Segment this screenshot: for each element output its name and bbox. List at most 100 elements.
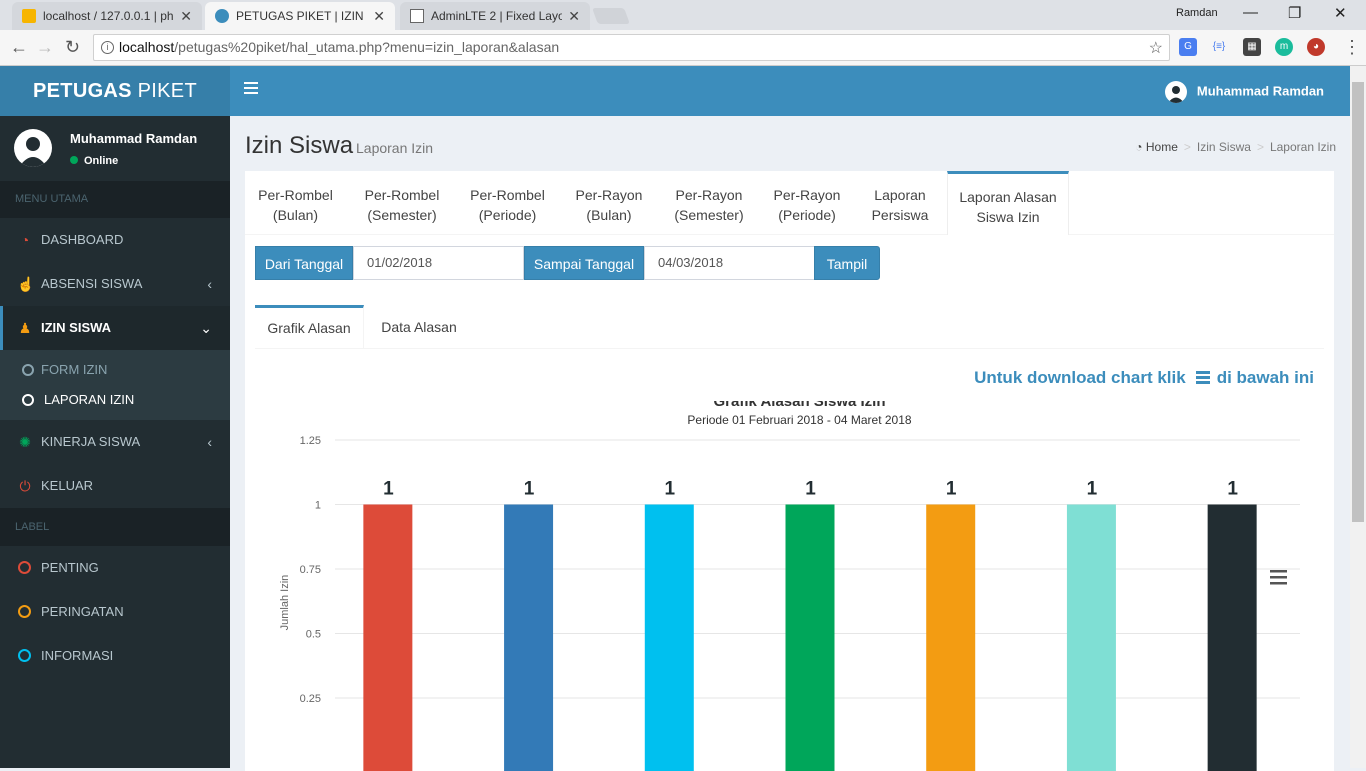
tab-data-alasan[interactable]: Data Alasan	[364, 305, 474, 349]
url-input[interactable]: i localhost/petugas%20piket/hal_utama.ph…	[93, 34, 1170, 61]
label-peringatan[interactable]: PERINGATAN	[0, 590, 230, 634]
app-logo[interactable]: PETUGAS PIKET	[0, 66, 230, 116]
address-bar-area: ← → ↻ i localhost/petugas%20piket/hal_ut…	[0, 30, 1366, 66]
circle-aqua-icon	[18, 649, 31, 662]
browser-tab-phpmyadmin[interactable]: localhost / 127.0.0.1 | php ✕	[12, 2, 202, 30]
y-tick-label: 1	[315, 500, 321, 512]
submit-button[interactable]: Tampil	[814, 246, 880, 280]
avatar	[1165, 81, 1187, 103]
close-tab-icon[interactable]: ✕	[568, 8, 580, 25]
tab-per-rayon-bulan[interactable]: Per-Rayon(Bulan)	[569, 171, 649, 235]
restore-icon[interactable]: ❐	[1288, 4, 1301, 22]
label-informasi[interactable]: INFORMASI	[0, 634, 230, 678]
tab-per-rombel-bulan[interactable]: Per-Rombel(Bulan)	[253, 171, 338, 235]
y-tick-label: 0.25	[300, 693, 321, 705]
menu-header: MENU UTAMA	[0, 181, 230, 218]
tab-grafik-alasan[interactable]: Grafik Alasan	[255, 305, 364, 349]
scrollbar-thumb[interactable]	[1352, 82, 1364, 522]
y-axis-label: Jumlah Izin	[279, 575, 291, 631]
close-tab-icon[interactable]: ✕	[373, 8, 385, 25]
sidebar-item-dashboard[interactable]: ◔ DASHBOARD	[0, 218, 230, 262]
data-label: 1	[383, 479, 394, 500]
browser-tab-petugas[interactable]: PETUGAS PIKET | IZIN SIS ✕	[205, 2, 395, 30]
tab-per-rayon-semester[interactable]: Per-Rayon(Semester)	[668, 171, 750, 235]
y-tick-label: 0.5	[306, 629, 321, 641]
bar	[504, 505, 553, 771]
user-status: Online	[70, 155, 118, 167]
m-extension-icon[interactable]: m	[1275, 38, 1293, 56]
page-scrollbar[interactable]	[1350, 66, 1366, 768]
user-silhouette-icon	[14, 129, 52, 167]
chart-title: Grafik Alasan Siswa Izin	[713, 401, 885, 410]
bar	[1208, 505, 1257, 771]
hand-pointer-icon: ☝	[17, 262, 33, 306]
breadcrumb-izin-siswa[interactable]: Izin Siswa	[1197, 140, 1251, 154]
document-favicon-icon	[410, 9, 424, 23]
sidebar-item-laporan-izin[interactable]: LAPORAN IZIN	[0, 385, 230, 415]
page-title: Izin Siswa	[245, 132, 353, 160]
forward-icon[interactable]: →	[36, 37, 54, 58]
data-label: 1	[1227, 479, 1238, 500]
chart-tabs: Grafik Alasan Data Alasan	[255, 305, 1324, 349]
tab-laporan-alasan-siswa-izin[interactable]: Laporan AlasanSiswa Izin	[947, 171, 1069, 235]
data-label: 1	[664, 479, 675, 500]
from-date-input[interactable]: 01/02/2018	[353, 246, 524, 280]
minimize-icon[interactable]: —	[1243, 4, 1258, 21]
breadcrumb-home[interactable]: Home	[1146, 140, 1178, 154]
circle-yellow-icon	[18, 605, 31, 618]
close-window-icon[interactable]: ✕	[1334, 4, 1347, 22]
reload-icon[interactable]: ↻	[65, 37, 80, 58]
label-penting[interactable]: PENTING	[0, 546, 230, 590]
circle-icon	[22, 364, 34, 376]
tab-per-rombel-periode[interactable]: Per-Rombel(Periode)	[465, 171, 550, 235]
bar	[363, 505, 412, 771]
translate-extension-icon[interactable]: G	[1179, 38, 1197, 56]
sidebar-item-keluar[interactable]: ⏻ KELUAR	[0, 464, 230, 508]
content: Izin Siswa Laporan Izin ◔ Home>Izin Sisw…	[230, 116, 1350, 768]
to-date-input[interactable]: 04/03/2018	[644, 246, 815, 280]
breadcrumb-laporan-izin: Laporan Izin	[1270, 140, 1336, 154]
report-tabs: Per-Rombel(Bulan) Per-Rombel(Semester) P…	[245, 171, 1334, 235]
tab-per-rombel-semester[interactable]: Per-Rombel(Semester)	[358, 171, 446, 235]
page-subtitle: Laporan Izin	[356, 140, 433, 156]
new-tab-button[interactable]	[592, 8, 630, 24]
window-user: Ramdan	[1176, 7, 1218, 19]
close-tab-icon[interactable]: ✕	[180, 8, 192, 25]
user-panel: Muhammad Ramdan Online	[0, 116, 230, 181]
bookmark-star-icon[interactable]: ☆	[1149, 38, 1163, 58]
sidebar-toggle-icon[interactable]	[244, 82, 258, 97]
power-icon: ⏻	[17, 464, 33, 508]
person-icon: ♟	[17, 306, 33, 350]
bar	[645, 505, 694, 771]
bar-chart: Grafik Alasan Siswa Izin Periode 01 Febru…	[255, 401, 1324, 771]
label-header: LABEL	[0, 508, 230, 546]
navbar-user-menu[interactable]: Muhammad Ramdan	[1165, 81, 1324, 103]
chart-subtitle: Periode 01 Februari 2018 - 04 Maret 2018	[687, 413, 911, 427]
spinner-icon: ✺	[17, 420, 33, 464]
chart-context-menu-icon	[1270, 570, 1287, 573]
sidebar-item-form-izin[interactable]: FORM IZIN	[0, 355, 230, 385]
browser-tab-adminlte[interactable]: AdminLTE 2 | Fixed Layou ✕	[400, 2, 590, 30]
chart-context-menu-icon	[1270, 576, 1287, 579]
data-label: 1	[524, 479, 535, 500]
data-label: 1	[1087, 479, 1098, 500]
submenu: FORM IZIN LAPORAN IZIN	[0, 350, 230, 420]
back-icon[interactable]: ←	[10, 37, 28, 58]
tab-per-rayon-periode[interactable]: Per-Rayon(Periode)	[767, 171, 847, 235]
browser-tabbar: localhost / 127.0.0.1 | php ✕ PETUGAS PI…	[0, 0, 1366, 30]
json-extension-icon[interactable]: {≡}	[1210, 38, 1228, 56]
sidebar-item-absensi-siswa[interactable]: ☝ ABSENSI SISWA ‹	[0, 262, 230, 306]
info-icon[interactable]: i	[101, 41, 114, 54]
color-extension-icon[interactable]: ◕	[1307, 38, 1325, 56]
tab-laporan-persiswa[interactable]: LaporanPersiswa	[865, 171, 935, 235]
chevron-left-icon: ‹	[207, 420, 212, 464]
bar	[1067, 505, 1116, 771]
sidebar-item-kinerja-siswa[interactable]: ✺ KINERJA SISWA ‹	[0, 420, 230, 464]
top-navbar: Muhammad Ramdan	[230, 66, 1350, 116]
report-box: Per-Rombel(Bulan) Per-Rombel(Semester) P…	[245, 171, 1334, 771]
sidebar-item-izin-siswa[interactable]: ♟ IZIN SISWA ⌄	[0, 306, 230, 350]
avatar	[14, 129, 52, 167]
menu-dots-icon[interactable]: ⋮	[1343, 37, 1361, 58]
qr-extension-icon[interactable]: ▦	[1243, 38, 1261, 56]
data-label: 1	[946, 479, 957, 500]
